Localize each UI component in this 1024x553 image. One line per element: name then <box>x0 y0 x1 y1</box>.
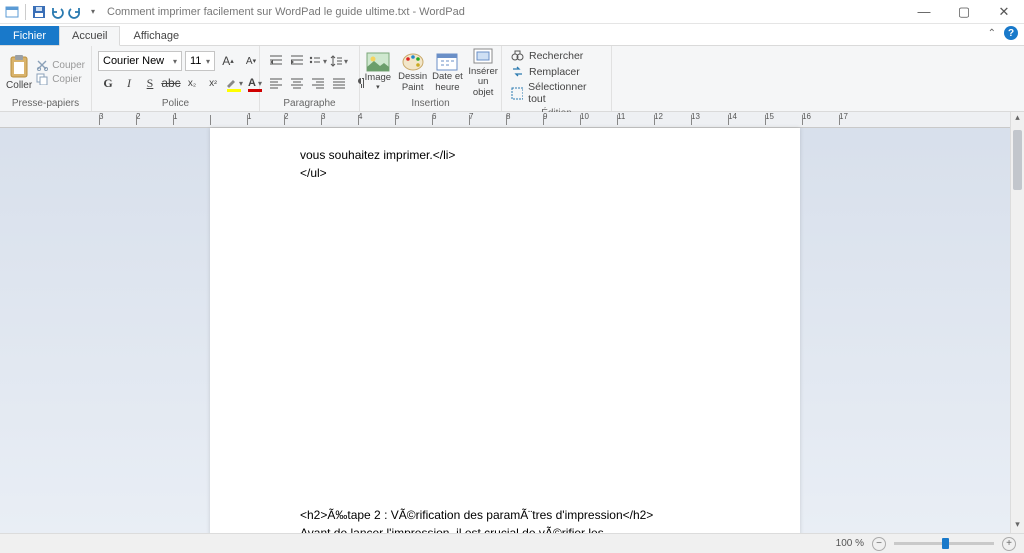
minimize-ribbon-icon[interactable]: ⌃ <box>988 28 996 39</box>
tab-view[interactable]: Affichage <box>120 26 192 45</box>
tab-home[interactable]: Accueil <box>59 26 120 46</box>
shrink-font-button[interactable]: A▾ <box>241 51 261 71</box>
window-controls: — ▢ ✕ <box>904 0 1024 24</box>
justify-button[interactable] <box>329 73 349 93</box>
palette-icon <box>401 51 425 71</box>
insert-datetime-label: Date et heure <box>432 72 464 93</box>
cut-button[interactable]: Couper <box>36 59 85 71</box>
group-editing: Rechercher Remplacer Sélectionner tout É… <box>502 46 612 111</box>
scroll-up-button[interactable]: ▴ <box>1011 112 1024 126</box>
picture-icon <box>366 52 390 72</box>
align-center-button[interactable] <box>287 73 307 93</box>
minimize-button[interactable]: — <box>904 0 944 24</box>
doc-line: Avant de lancer l'impression, il est cru… <box>300 524 710 533</box>
group-insert: Image▾ Dessin Paint Date et heure Insére… <box>360 46 502 111</box>
insert-object-button[interactable]: Insérer un objet <box>467 46 499 98</box>
close-button[interactable]: ✕ <box>984 0 1024 24</box>
group-font: Courier New▾ 11▾ A▴ A▾ G I S abc x₂ x² A… <box>92 46 260 111</box>
group-clipboard: Coller Couper Copier Presse-papiers <box>0 46 92 111</box>
bullets-button[interactable] <box>308 51 328 71</box>
ribbon-tabs: Fichier Accueil Affichage ⌃ ? <box>0 24 1024 46</box>
superscript-button[interactable]: x² <box>203 73 223 93</box>
align-left-button[interactable] <box>266 73 286 93</box>
help-icon[interactable]: ? <box>1004 26 1018 40</box>
clipboard-icon <box>8 54 30 78</box>
find-button[interactable]: Rechercher <box>508 48 605 63</box>
italic-button[interactable]: I <box>119 73 139 93</box>
font-size-value: 11 <box>190 55 201 67</box>
strikethrough-button[interactable]: abc <box>161 73 181 93</box>
scroll-down-button[interactable]: ▾ <box>1011 519 1024 533</box>
ribbon: Coller Couper Copier Presse-papiers Cour… <box>0 46 1024 112</box>
copy-label: Copier <box>52 74 81 85</box>
save-icon[interactable] <box>31 4 47 20</box>
replace-button[interactable]: Remplacer <box>508 64 605 79</box>
paste-label: Coller <box>6 80 32 91</box>
scissors-icon <box>36 59 48 71</box>
line-spacing-button[interactable] <box>329 51 349 71</box>
copy-button[interactable]: Copier <box>36 73 85 85</box>
group-label-font: Police <box>92 98 259 111</box>
app-icon[interactable] <box>4 4 20 20</box>
doc-line: <h2>Ã‰tape 2 : VÃ©rification des paramÃ¨… <box>300 506 710 524</box>
bold-button[interactable]: G <box>98 73 118 93</box>
highlighter-icon <box>225 77 237 89</box>
replace-icon <box>511 65 524 78</box>
document-page[interactable]: vous souhaitez imprimer.</li> </ul> <h2>… <box>210 128 800 533</box>
font-size-combo[interactable]: 11▾ <box>185 51 215 71</box>
align-right-button[interactable] <box>308 73 328 93</box>
title-bar: ▾ Comment imprimer facilement sur WordPa… <box>0 0 1024 24</box>
select-all-label: Sélectionner tout <box>528 81 602 105</box>
undo-icon[interactable] <box>49 4 65 20</box>
find-label: Rechercher <box>529 50 583 62</box>
doc-line: </ul> <box>300 164 710 182</box>
insert-paint-label: Dessin Paint <box>398 72 428 93</box>
horizontal-ruler[interactable]: 3 2 1 1 2 3 4 5 6 7 8 9 10 11 12 13 14 1… <box>0 112 1010 128</box>
status-bar: 100 % − + <box>0 533 1024 553</box>
doc-line: vous souhaitez imprimer.</li> <box>300 146 710 164</box>
maximize-button[interactable]: ▢ <box>944 0 984 24</box>
window-title: Comment imprimer facilement sur WordPad … <box>107 6 904 18</box>
insert-datetime-button[interactable]: Date et heure <box>432 46 464 98</box>
increase-indent-button[interactable] <box>287 51 307 71</box>
group-label-insert: Insertion <box>360 98 501 111</box>
group-label-paragraph: Paragraphe <box>260 98 359 111</box>
workspace: 3 2 1 1 2 3 4 5 6 7 8 9 10 11 12 13 14 1… <box>0 112 1024 533</box>
select-all-button[interactable]: Sélectionner tout <box>508 80 605 106</box>
font-color-button[interactable]: A <box>245 73 265 93</box>
paragraph-dialog-button[interactable] <box>350 73 370 93</box>
qat-dropdown-icon[interactable]: ▾ <box>85 4 101 20</box>
insert-object-label: Insérer un objet <box>467 67 499 98</box>
zoom-out-button[interactable]: − <box>872 537 886 551</box>
select-all-icon <box>511 87 523 100</box>
group-label-clipboard: Presse-papiers <box>0 98 91 111</box>
zoom-slider[interactable] <box>894 542 994 545</box>
grow-font-button[interactable]: A▴ <box>218 51 238 71</box>
subscript-button[interactable]: x₂ <box>182 73 202 93</box>
replace-label: Remplacer <box>529 66 580 78</box>
tab-file[interactable]: Fichier <box>0 26 59 45</box>
highlight-button[interactable] <box>224 73 244 93</box>
calendar-icon <box>435 51 459 71</box>
zoom-level-label: 100 % <box>836 538 864 549</box>
copy-icon <box>36 73 48 85</box>
binoculars-icon <box>511 49 524 62</box>
underline-button[interactable]: S <box>140 73 160 93</box>
paste-button[interactable]: Coller <box>6 48 32 96</box>
font-name-combo[interactable]: Courier New▾ <box>98 51 182 71</box>
insert-paint-button[interactable]: Dessin Paint <box>398 46 428 98</box>
quick-access-toolbar: ▾ <box>0 4 101 20</box>
vertical-scrollbar[interactable]: ▴ ▾ <box>1010 112 1024 533</box>
zoom-slider-thumb[interactable] <box>942 538 949 549</box>
object-icon <box>471 46 495 66</box>
cut-label: Couper <box>52 60 85 71</box>
scroll-thumb[interactable] <box>1013 130 1022 190</box>
group-paragraph: Paragraphe <box>260 46 360 111</box>
decrease-indent-button[interactable] <box>266 51 286 71</box>
zoom-in-button[interactable]: + <box>1002 537 1016 551</box>
font-name-value: Courier New <box>103 55 164 67</box>
redo-icon[interactable] <box>67 4 83 20</box>
